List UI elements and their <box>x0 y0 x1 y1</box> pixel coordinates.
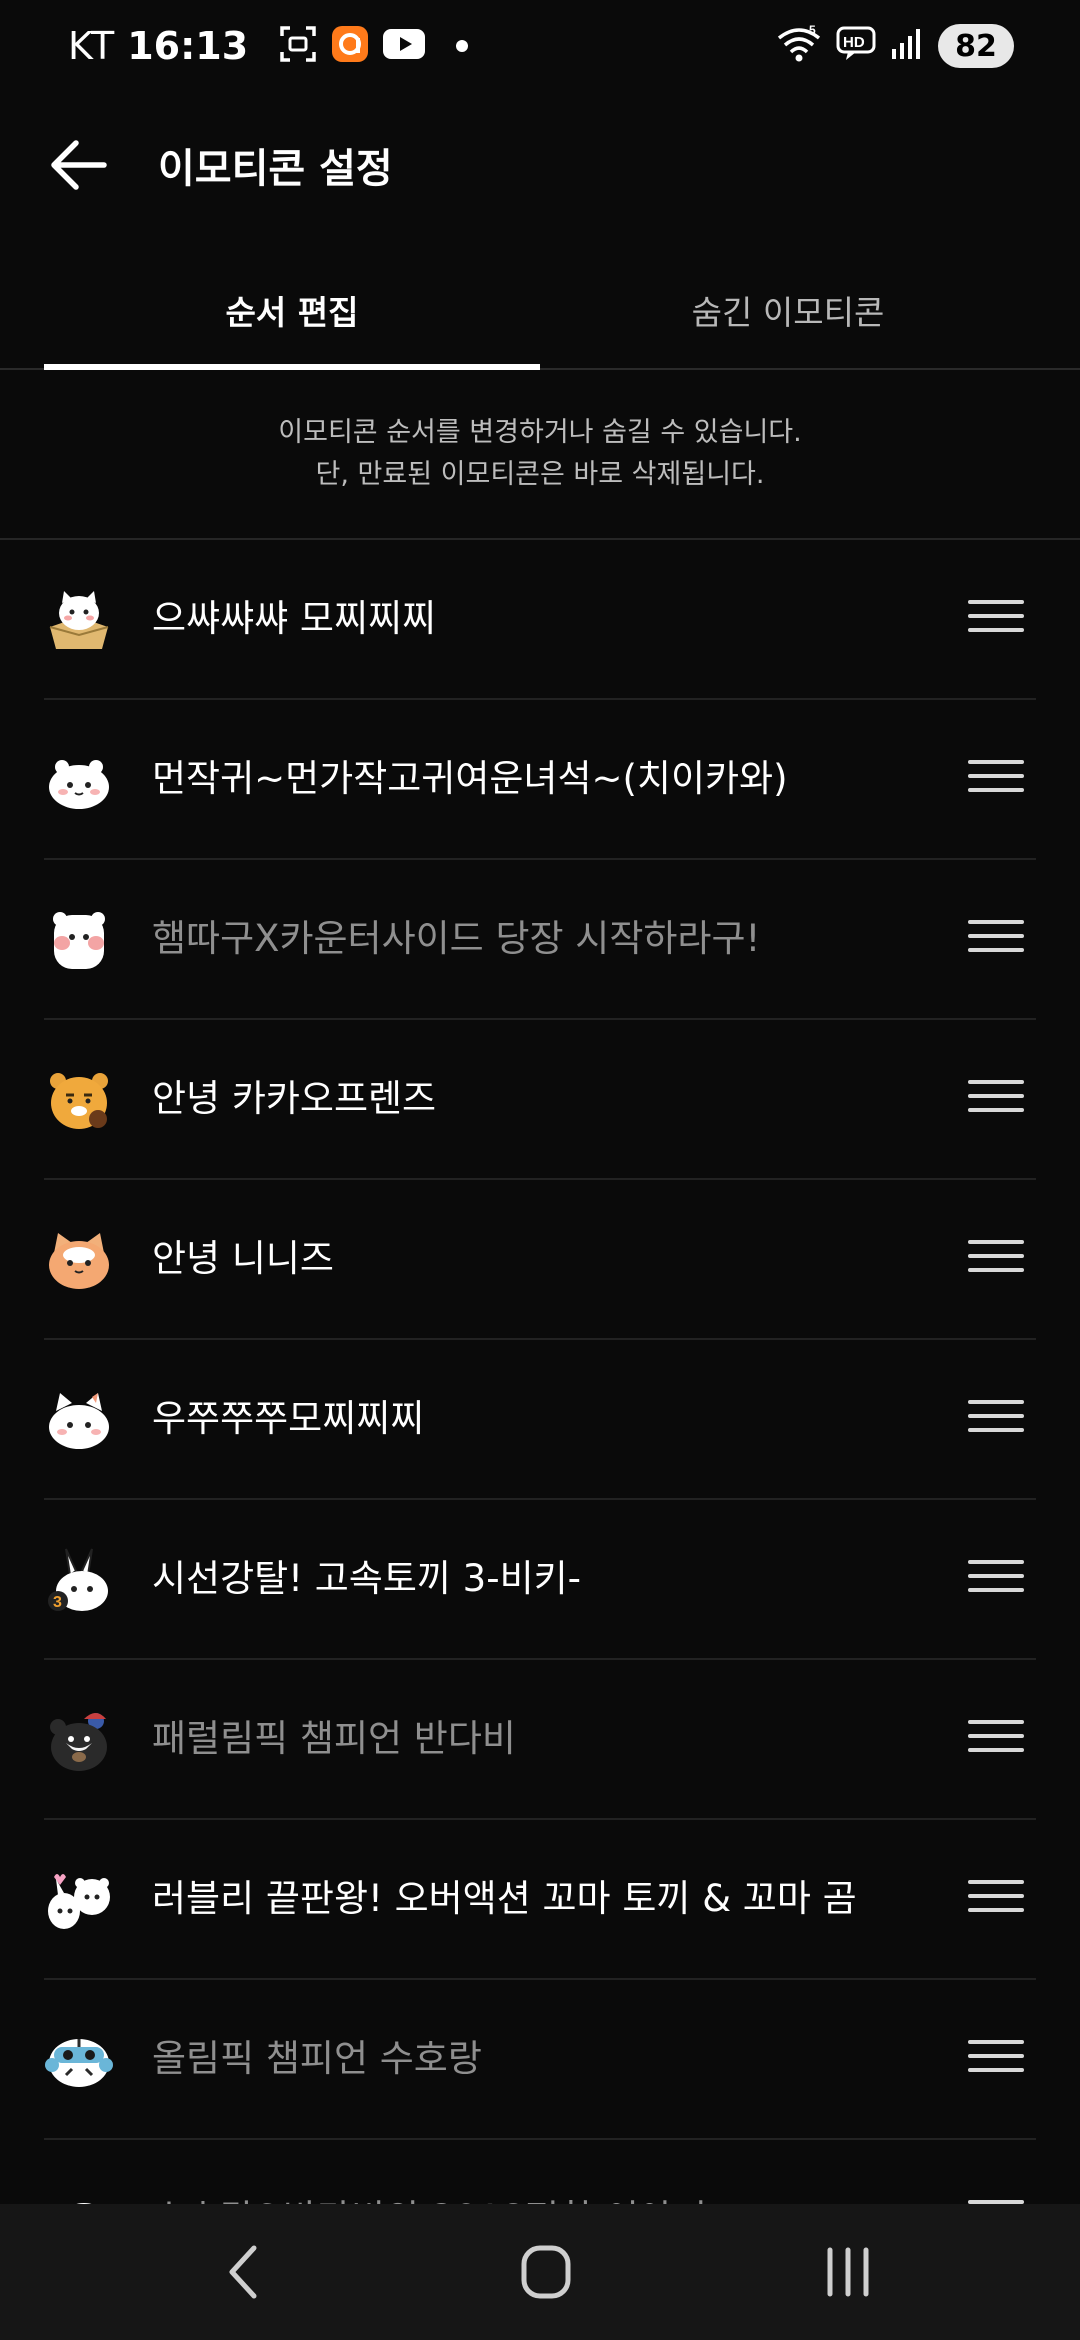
clock: 16:13 <box>127 24 249 68</box>
emoticon-name: 안녕 니니즈 <box>152 1237 334 1280</box>
screenshot-icon <box>278 24 318 68</box>
drag-handle-icon[interactable] <box>968 920 1024 960</box>
back-button[interactable] <box>44 130 114 200</box>
hd-voice-icon: HD <box>836 26 876 66</box>
list-item[interactable]: 햄따구X카운터사이드 당장 시작하라구! <box>44 860 1036 1020</box>
app-notification-icon <box>330 24 370 68</box>
emoticon-name: 러블리 끝판왕! 오버액션 꼬마 토끼 & 꼬마 곰 <box>152 1877 857 1920</box>
svg-text:3: 3 <box>53 1594 62 1611</box>
list-item[interactable]: 우쭈쭈쭈모찌찌찌 <box>44 1340 1036 1500</box>
tab-hidden-emoticons[interactable]: 숨긴 이모티콘 <box>540 252 1036 368</box>
drag-handle-icon[interactable] <box>968 600 1024 640</box>
tab-bar: 순서 편집 숨긴 이모티콘 <box>0 252 1080 370</box>
system-nav-bar <box>0 2204 1080 2340</box>
hamster-icon <box>44 905 114 975</box>
cat-in-box-icon <box>44 585 114 655</box>
back-nav-icon[interactable] <box>206 2240 286 2304</box>
status-right: 5 HD 82 <box>776 23 1014 68</box>
rabbit-bear-icon <box>44 1865 114 1935</box>
emoticon-list: 으쌰쌰쌰 모찌찌찌 먼작귀~먼가작고귀여운녀석~(치이카와) 햄따구X카운터사이… <box>44 540 1036 2300</box>
list-item[interactable]: 러블리 끝판왕! 오버액션 꼬마 토끼 & 꼬마 곰 <box>44 1820 1036 1980</box>
battery-indicator: 82 <box>938 24 1014 68</box>
emoticon-name: 패럴림픽 챔피언 반다비 <box>152 1717 516 1760</box>
youtube-icon <box>382 27 426 65</box>
notice-line-1: 이모티콘 순서를 변경하거나 숨길 수 있습니다. <box>278 417 802 448</box>
list-item[interactable]: 3 시선강탈! 고속토끼 3-비키- <box>44 1500 1036 1660</box>
list-item[interactable]: 으쌰쌰쌰 모찌찌찌 <box>44 540 1036 700</box>
emoticon-name: 시선강탈! 고속토끼 3-비키- <box>152 1557 581 1600</box>
list-item[interactable]: 안녕 니니즈 <box>44 1180 1036 1340</box>
status-left: KT 16:13 <box>68 24 469 68</box>
black-bear-icon <box>44 1705 114 1775</box>
drag-handle-icon[interactable] <box>968 1560 1024 1600</box>
ryan-lion-icon <box>44 1065 114 1135</box>
notice-line-2: 단, 만료된 이모티콘은 바로 삭제됩니다. <box>315 459 765 490</box>
tiger-icon <box>44 2025 114 2095</box>
emoticon-name: 햄따구X카운터사이드 당장 시작하라구! <box>152 917 761 960</box>
emoticon-name: 올림픽 챔피언 수호랑 <box>152 2037 482 2080</box>
emoticon-name: 안녕 카카오프렌즈 <box>152 1077 437 1120</box>
recents-nav-icon[interactable] <box>808 2240 888 2304</box>
wifi-icon: 5 <box>776 23 822 68</box>
arrow-left-icon <box>51 140 107 190</box>
drag-handle-icon[interactable] <box>968 1080 1024 1120</box>
svg-text:5: 5 <box>809 24 816 37</box>
drag-handle-icon[interactable] <box>968 1880 1024 1920</box>
carrier-label: KT <box>68 24 116 68</box>
info-notice: 이모티콘 순서를 변경하거나 숨길 수 있습니다. 단, 만료된 이모티콘은 바… <box>0 370 1080 540</box>
svg-text:HD: HD <box>843 34 865 51</box>
list-item[interactable]: 안녕 카카오프렌즈 <box>44 1020 1036 1180</box>
list-item[interactable]: 패럴림픽 챔피언 반다비 <box>44 1660 1036 1820</box>
drag-handle-icon[interactable] <box>968 1720 1024 1760</box>
tab-reorder[interactable]: 순서 편집 <box>44 252 540 368</box>
app-header: 이모티콘 설정 <box>0 110 1080 220</box>
home-nav-icon[interactable] <box>506 2240 586 2304</box>
white-cat-icon <box>44 1385 114 1455</box>
emoticon-name: 으쌰쌰쌰 모찌찌찌 <box>152 597 437 640</box>
drag-handle-icon[interactable] <box>968 2040 1024 2080</box>
status-bar: KT 16:13 5 HD 82 <box>0 0 1080 100</box>
list-item[interactable]: 올림픽 챔피언 수호랑 <box>44 1980 1036 2140</box>
orange-cat-icon <box>44 1225 114 1295</box>
drag-handle-icon[interactable] <box>968 1240 1024 1280</box>
page-title: 이모티콘 설정 <box>158 146 393 192</box>
screen: KT 16:13 5 HD 82 이모티콘 설정 순서 편집 숨긴 이모티콘 이… <box>0 0 1080 2340</box>
emoticon-name: 먼작귀~먼가작고귀여운녀석~(치이카와) <box>152 757 788 800</box>
signal-icon <box>890 27 924 65</box>
drag-handle-icon[interactable] <box>968 1400 1024 1440</box>
rabbit-icon: 3 <box>44 1545 114 1615</box>
drag-handle-icon[interactable] <box>968 760 1024 800</box>
emoticon-name: 우쭈쭈쭈모찌찌찌 <box>152 1397 425 1440</box>
dot-icon <box>456 40 469 52</box>
list-item[interactable]: 먼작귀~먼가작고귀여운녀석~(치이카와) <box>44 700 1036 860</box>
white-bear-icon <box>44 745 114 815</box>
